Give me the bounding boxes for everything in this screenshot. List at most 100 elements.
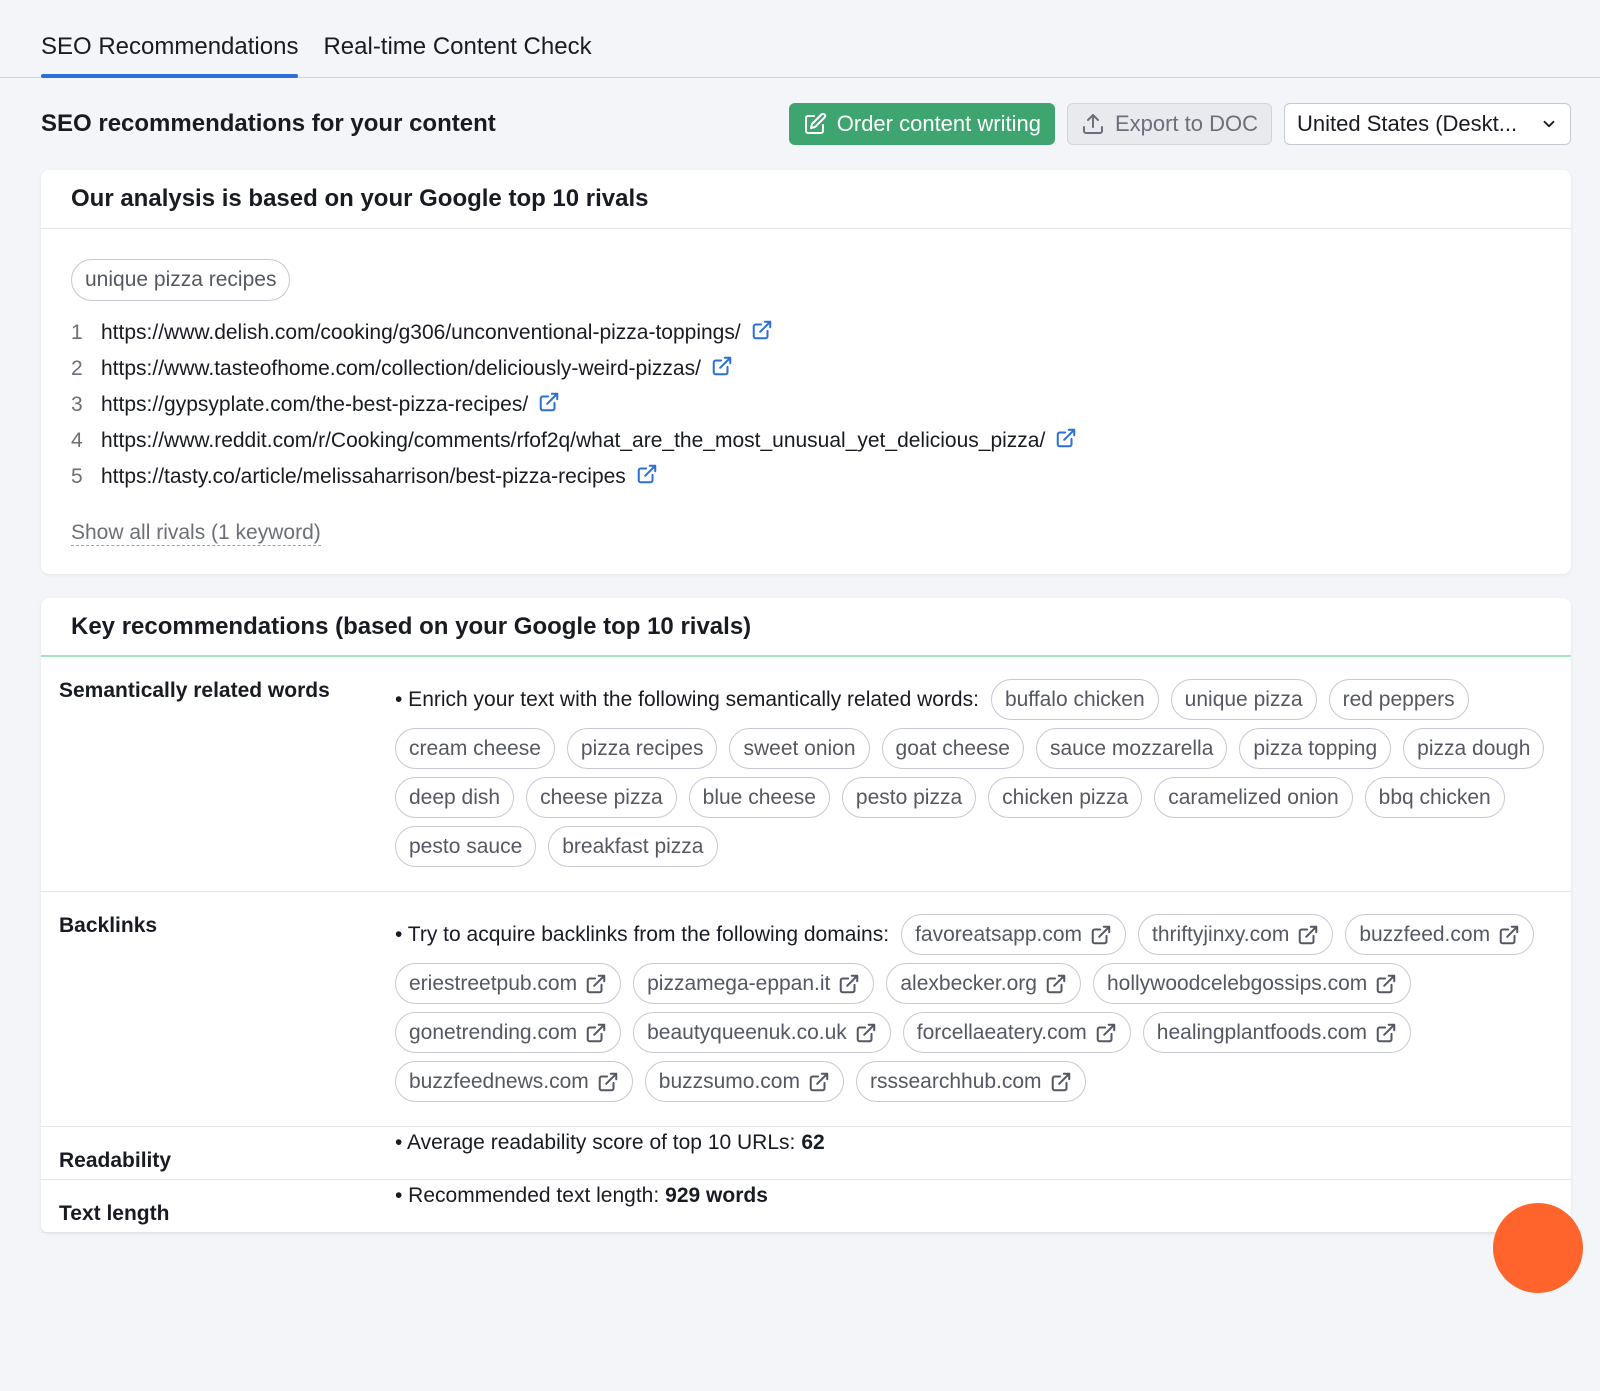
region-select-value: United States (Deskt... <box>1297 111 1518 136</box>
order-content-writing-label: Order content writing <box>836 111 1041 136</box>
rival-number: 2 <box>71 357 83 380</box>
rival-url: https://tasty.co/article/melissaharrison… <box>101 465 626 488</box>
backlinks-label: Backlinks <box>59 914 158 937</box>
external-link-icon <box>585 1022 607 1044</box>
backlink-domain-chip[interactable]: buzzsumo.com <box>644 1061 844 1102</box>
backlink-domain-chip[interactable]: thriftyjinxy.com <box>1138 914 1334 955</box>
backlink-domain-chip[interactable]: alexbecker.org <box>886 963 1081 1004</box>
tab-bar: SEO Recommendations Real-time Content Ch… <box>0 0 1600 78</box>
backlink-domain-chip[interactable]: buzzfeed.com <box>1345 914 1535 955</box>
rival-number: 3 <box>71 393 83 416</box>
semantic-word-chip[interactable]: pizza recipes <box>566 728 718 769</box>
semantic-word-chip[interactable]: breakfast pizza <box>548 826 718 867</box>
external-link-icon <box>1498 924 1520 946</box>
header-row: SEO recommendations for your content Ord… <box>0 78 1600 170</box>
backlink-domain-label: hollywoodcelebgossips.com <box>1106 972 1368 995</box>
external-link-icon[interactable] <box>1055 427 1077 455</box>
backlink-domain-label: forcellaeatery.com <box>916 1021 1087 1044</box>
external-link-icon[interactable] <box>751 319 773 347</box>
semantic-word-chip[interactable]: pizza dough <box>1403 728 1545 769</box>
order-content-writing-button[interactable]: Order content writing <box>788 103 1055 145</box>
semantic-word-chip[interactable]: buffalo chicken <box>990 679 1159 720</box>
semantic-word-chip[interactable]: unique pizza <box>1170 679 1317 720</box>
backlink-domain-chip[interactable]: beautyqueenuk.co.uk <box>633 1012 891 1053</box>
rival-url: https://www.tasteofhome.com/collection/d… <box>101 357 701 380</box>
backlink-domain-chip[interactable]: healingplantfoods.com <box>1142 1012 1411 1053</box>
show-all-rivals-link[interactable]: Show all rivals (1 keyword) <box>71 521 321 546</box>
export-to-doc-label: Export to DOC <box>1114 111 1258 136</box>
keyword-chip: unique pizza recipes <box>71 259 291 301</box>
semantic-word-chip[interactable]: cheese pizza <box>526 777 677 818</box>
backlink-domain-label: rsssearchhub.com <box>869 1070 1042 1093</box>
semantic-word-chip[interactable]: goat cheese <box>881 728 1024 769</box>
external-link-icon <box>1375 1022 1397 1044</box>
backlink-domain-label: buzzfeed.com <box>1359 923 1491 946</box>
semantic-word-chip[interactable]: caramelized onion <box>1154 777 1353 818</box>
rivals-list: 1 https://www.delish.com/cooking/g306/un… <box>71 315 1541 499</box>
external-link-icon <box>808 1071 830 1093</box>
external-link-icon <box>1090 924 1112 946</box>
backlink-domain-chip[interactable]: buzzfeednews.com <box>395 1061 633 1102</box>
semantic-word-chip[interactable]: blue cheese <box>688 777 830 818</box>
semantic-word-chip[interactable]: red peppers <box>1328 679 1469 720</box>
text-length-row: Text length • Recommended text length: 92… <box>41 1180 1571 1233</box>
semantic-word-chip[interactable]: chicken pizza <box>988 777 1143 818</box>
external-link-icon <box>585 973 607 995</box>
rivals-analysis-title: Our analysis is based on your Google top… <box>41 170 1571 229</box>
rival-item: 3 https://gypsyplate.com/the-best-pizza-… <box>71 387 1541 423</box>
edit-icon <box>804 112 826 134</box>
rival-number: 5 <box>71 465 83 488</box>
backlinks-row: Backlinks • Try to acquire backlinks fro… <box>41 892 1571 1127</box>
backlink-domain-chip[interactable]: eriestreetpub.com <box>395 963 622 1004</box>
readability-row: Readability • Average readability score … <box>41 1127 1571 1180</box>
rival-item: 5 https://tasty.co/article/melissaharris… <box>71 459 1541 495</box>
rival-url: https://www.reddit.com/r/Cooking/comment… <box>101 429 1046 452</box>
rivals-analysis-card: Our analysis is based on your Google top… <box>41 170 1571 574</box>
readability-score: 62 <box>801 1131 825 1154</box>
chevron-down-icon <box>1543 120 1555 128</box>
semantic-word-chip[interactable]: pizza topping <box>1239 728 1392 769</box>
key-recommendations-card: Key recommendations (based on your Googl… <box>41 598 1583 1293</box>
backlink-domain-chip[interactable]: forcellaeatery.com <box>902 1012 1131 1053</box>
semantic-word-chip[interactable]: bbq chicken <box>1364 777 1505 818</box>
external-link-icon[interactable] <box>711 355 733 383</box>
backlink-domains-list: • Try to acquire backlinks from the foll… <box>395 914 1551 1102</box>
backlink-domain-chip[interactable]: gonetrending.com <box>395 1012 622 1053</box>
text-length-value: 929 words <box>665 1184 768 1207</box>
semantic-word-chip[interactable]: sauce mozzarella <box>1035 728 1228 769</box>
backlink-domain-label: alexbecker.org <box>900 972 1037 995</box>
backlink-domain-label: beautyqueenuk.co.uk <box>647 1021 847 1044</box>
backlink-domain-chip[interactable]: hollywoodcelebgossips.com <box>1092 963 1412 1004</box>
backlink-domain-chip[interactable]: favoreatsapp.com <box>901 914 1127 955</box>
external-link-icon <box>1050 1071 1072 1093</box>
semantic-words-row: Semantically related words • Enrich your… <box>41 657 1571 892</box>
semantic-word-chip[interactable]: deep dish <box>395 777 515 818</box>
chat-widget-button[interactable] <box>1493 1203 1583 1293</box>
external-link-icon <box>1045 973 1067 995</box>
rival-number: 4 <box>71 429 83 452</box>
external-link-icon[interactable] <box>636 463 658 491</box>
rival-item: 4 https://www.reddit.com/r/Cooking/comme… <box>71 423 1541 459</box>
external-link-icon <box>838 973 860 995</box>
tab-realtime-content-check[interactable]: Real-time Content Check <box>323 33 591 77</box>
semantic-words-intro: • Enrich your text with the following se… <box>395 688 979 711</box>
backlink-domain-label: buzzsumo.com <box>658 1070 800 1093</box>
region-select[interactable]: United States (Deskt... <box>1284 103 1571 145</box>
text-length-label: Text length <box>59 1202 170 1225</box>
rival-item: 1 https://www.delish.com/cooking/g306/un… <box>71 315 1541 351</box>
backlink-domain-chip[interactable]: rsssearchhub.com <box>855 1061 1086 1102</box>
rival-url: https://www.delish.com/cooking/g306/unco… <box>101 321 741 344</box>
external-link-icon <box>597 1071 619 1093</box>
semantic-word-chip[interactable]: pesto pizza <box>841 777 977 818</box>
semantic-word-chip[interactable]: pesto sauce <box>395 826 537 867</box>
tab-seo-recommendations[interactable]: SEO Recommendations <box>41 33 299 78</box>
export-to-doc-button[interactable]: Export to DOC <box>1066 103 1272 145</box>
backlink-domain-label: healingplantfoods.com <box>1156 1021 1367 1044</box>
backlink-domain-chip[interactable]: pizzamega-eppan.it <box>633 963 875 1004</box>
external-link-icon <box>855 1022 877 1044</box>
external-link-icon[interactable] <box>538 391 560 419</box>
external-link-icon <box>1375 973 1397 995</box>
semantic-word-chip[interactable]: sweet onion <box>729 728 870 769</box>
backlink-domain-label: pizzamega-eppan.it <box>647 972 831 995</box>
semantic-word-chip[interactable]: cream cheese <box>395 728 555 769</box>
